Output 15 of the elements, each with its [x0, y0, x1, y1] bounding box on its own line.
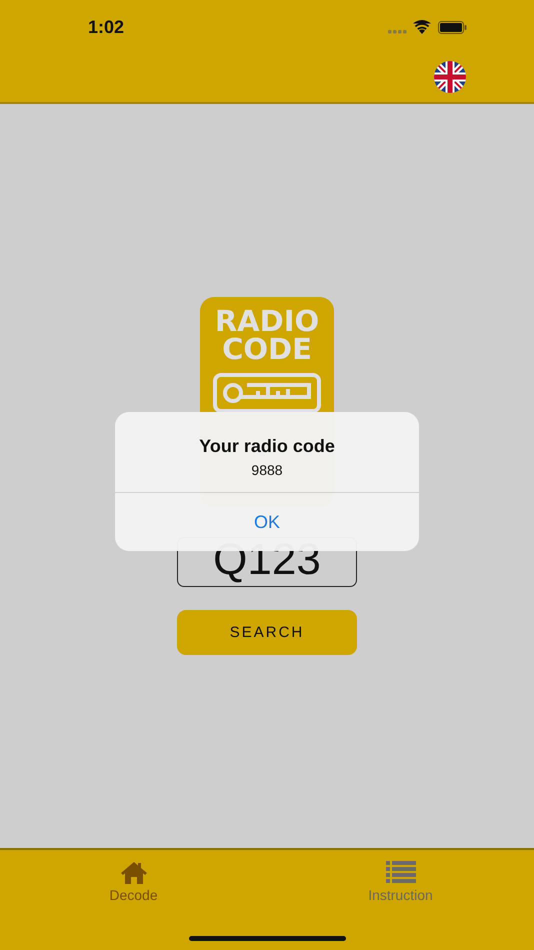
logo-text: RADIO — [214, 307, 320, 335]
tab[interactable]: Decode — [0, 850, 267, 950]
tab[interactable]: Instruction — [267, 850, 534, 950]
home-icon — [120, 861, 148, 885]
alert-title: Your radio code — [199, 436, 335, 457]
alert-message: 9888 — [251, 462, 283, 478]
logo-text: CODE — [222, 335, 312, 363]
wifi-icon — [413, 20, 431, 34]
signal-icon — [388, 30, 408, 34]
battery-icon — [438, 21, 467, 34]
search-button[interactable]: SEARCH — [177, 610, 357, 655]
flag-icon[interactable] — [434, 61, 466, 93]
status-time: 1:02 — [88, 17, 124, 38]
radio-icon — [213, 373, 321, 413]
list-icon — [386, 861, 416, 885]
